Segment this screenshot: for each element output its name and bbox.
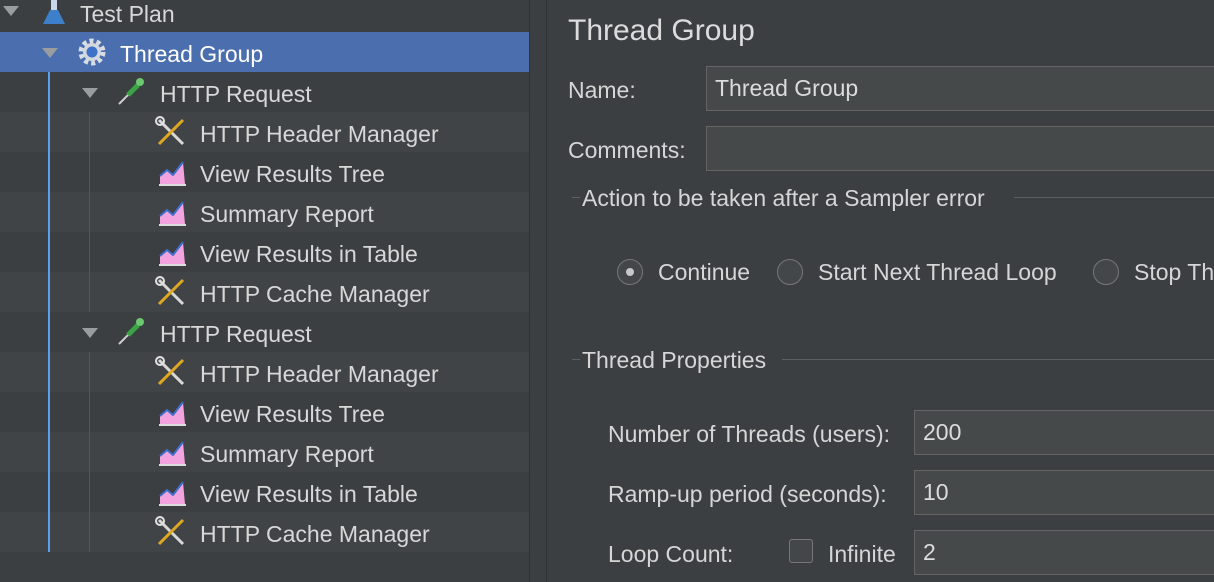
- tree-item-label[interactable]: Thread Group: [120, 41, 263, 68]
- infinite-checkbox[interactable]: [789, 539, 813, 563]
- infinite-label[interactable]: Infinite: [828, 541, 896, 568]
- config-tools-icon: [155, 356, 185, 386]
- tree-item-label[interactable]: View Results Tree: [200, 401, 385, 428]
- radio-stop-thread[interactable]: [1093, 259, 1119, 285]
- listener-graph-icon: [159, 481, 186, 506]
- section-border: [782, 359, 1214, 360]
- name-label: Name:: [568, 77, 636, 103]
- pane-splitter[interactable]: [529, 0, 547, 582]
- test-plan-tree: Test Plan Thread Group HTTP Request HTTP…: [0, 0, 529, 582]
- tree-item-label[interactable]: Test Plan: [80, 1, 175, 28]
- tree-item-label[interactable]: HTTP Cache Manager: [200, 281, 430, 308]
- threads-field[interactable]: 200: [914, 410, 1214, 455]
- radio-stop-thread-label[interactable]: Stop Th: [1134, 259, 1214, 286]
- sampler-error-section-title: Action to be taken after a Sampler error: [582, 185, 985, 211]
- tree-item-label[interactable]: Summary Report: [200, 201, 374, 228]
- comments-field[interactable]: [706, 126, 1214, 171]
- config-tools-icon: [155, 516, 185, 546]
- config-tools-icon: [155, 276, 185, 306]
- radio-start-next-loop-label[interactable]: Start Next Thread Loop: [818, 259, 1057, 286]
- rampup-label: Ramp-up period (seconds):: [608, 481, 887, 507]
- tree-guide-line: [89, 112, 90, 312]
- comments-label: Comments:: [568, 137, 686, 163]
- radio-start-next-thread-loop[interactable]: [777, 259, 803, 285]
- http-request-pipette-icon: [118, 78, 144, 105]
- tree-item-label[interactable]: HTTP Cache Manager: [200, 521, 430, 548]
- rampup-field[interactable]: 10: [914, 470, 1214, 515]
- section-border: [572, 197, 580, 198]
- tree-guide-line: [89, 352, 90, 552]
- listener-graph-icon: [159, 241, 186, 266]
- loop-count-label: Loop Count:: [608, 541, 734, 567]
- tree-item-label[interactable]: View Results in Table: [200, 481, 418, 508]
- listener-graph-icon: [159, 441, 186, 466]
- tree-item-label[interactable]: HTTP Request: [160, 81, 312, 108]
- section-border: [1014, 197, 1214, 198]
- thread-group-panel: Thread Group Name: Thread Group Comments…: [548, 0, 1214, 582]
- test-plan-icon: [43, 0, 65, 24]
- radio-continue[interactable]: [617, 259, 643, 285]
- http-request-pipette-icon: [118, 318, 144, 345]
- thread-group-gear-icon: [78, 38, 106, 66]
- tree-item-label[interactable]: Summary Report: [200, 441, 374, 468]
- tree-item-label[interactable]: HTTP Header Manager: [200, 121, 439, 148]
- listener-graph-icon: [159, 401, 186, 426]
- expand-arrow-icon[interactable]: [82, 88, 98, 98]
- config-tools-icon: [155, 116, 185, 146]
- threads-label: Number of Threads (users):: [608, 421, 891, 447]
- tree-item-label[interactable]: View Results Tree: [200, 161, 385, 188]
- radio-continue-label[interactable]: Continue: [658, 259, 750, 286]
- tree-item-label[interactable]: HTTP Request: [160, 321, 312, 348]
- loop-count-field[interactable]: 2: [914, 530, 1214, 575]
- thread-properties-section-title: Thread Properties: [582, 347, 767, 373]
- tree-item-label[interactable]: HTTP Header Manager: [200, 361, 439, 388]
- expand-arrow-icon[interactable]: [82, 328, 98, 338]
- expand-arrow-icon[interactable]: [3, 6, 19, 16]
- section-border: [572, 359, 580, 360]
- listener-graph-icon: [159, 161, 186, 186]
- listener-graph-icon: [159, 201, 186, 226]
- tree-item-label[interactable]: View Results in Table: [200, 241, 418, 268]
- panel-title: Thread Group: [568, 14, 755, 47]
- expand-arrow-icon[interactable]: [42, 48, 58, 58]
- tree-guide-line: [48, 72, 50, 552]
- name-field[interactable]: Thread Group: [706, 66, 1214, 111]
